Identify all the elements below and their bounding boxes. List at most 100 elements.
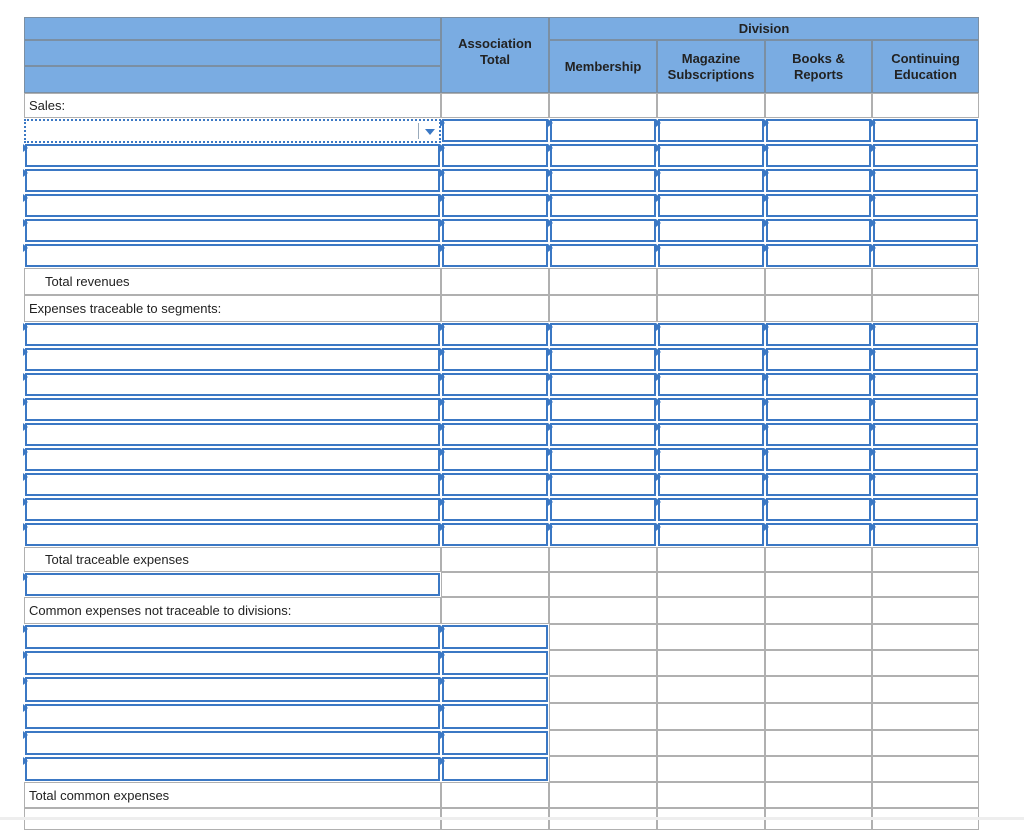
amount-input[interactable] bbox=[442, 473, 548, 496]
amount-input[interactable] bbox=[442, 323, 548, 346]
amount-input[interactable] bbox=[658, 244, 764, 267]
amount-input[interactable] bbox=[442, 625, 548, 649]
amount-input[interactable] bbox=[550, 194, 656, 217]
amount-input[interactable] bbox=[442, 757, 548, 781]
amount-input[interactable] bbox=[658, 398, 764, 421]
amount-input[interactable] bbox=[550, 144, 656, 167]
amount-input[interactable] bbox=[766, 498, 871, 521]
amount-input[interactable] bbox=[550, 423, 656, 446]
amount-input[interactable] bbox=[442, 523, 548, 546]
amount-input[interactable] bbox=[442, 398, 548, 421]
amount-input[interactable] bbox=[658, 498, 764, 521]
amount-input[interactable] bbox=[550, 219, 656, 242]
amount-input[interactable] bbox=[873, 169, 978, 192]
amount-input[interactable] bbox=[442, 704, 548, 729]
line-item-input[interactable] bbox=[25, 448, 440, 471]
common-expense-input[interactable] bbox=[25, 651, 440, 675]
amount-input[interactable] bbox=[873, 244, 978, 267]
amount-input[interactable] bbox=[442, 348, 548, 371]
amount-input[interactable] bbox=[550, 398, 656, 421]
amount-input[interactable] bbox=[658, 523, 764, 546]
amount-input[interactable] bbox=[873, 448, 978, 471]
common-expense-input[interactable] bbox=[25, 625, 440, 649]
common-expense-input[interactable] bbox=[25, 757, 440, 781]
amount-input[interactable] bbox=[766, 448, 871, 471]
amount-input[interactable] bbox=[442, 144, 548, 167]
amount-input[interactable] bbox=[658, 323, 764, 346]
amount-input[interactable] bbox=[873, 219, 978, 242]
amount-input[interactable] bbox=[873, 194, 978, 217]
amount-input[interactable] bbox=[658, 423, 764, 446]
amount-input[interactable] bbox=[442, 373, 548, 396]
amount-input[interactable] bbox=[442, 677, 548, 702]
common-expense-input[interactable] bbox=[25, 731, 440, 755]
amount-input[interactable] bbox=[873, 473, 978, 496]
amount-input[interactable] bbox=[766, 194, 871, 217]
amount-input[interactable] bbox=[550, 119, 656, 142]
common-expense-input[interactable] bbox=[25, 704, 440, 729]
amount-input[interactable] bbox=[766, 473, 871, 496]
amount-input[interactable] bbox=[658, 219, 764, 242]
amount-input[interactable] bbox=[658, 194, 764, 217]
amount-input[interactable] bbox=[873, 323, 978, 346]
line-item-dropdown[interactable] bbox=[24, 119, 441, 143]
amount-input[interactable] bbox=[766, 119, 871, 142]
amount-input[interactable] bbox=[550, 473, 656, 496]
line-item-input[interactable] bbox=[25, 219, 440, 242]
amount-input[interactable] bbox=[442, 219, 548, 242]
amount-input[interactable] bbox=[658, 473, 764, 496]
chevron-down-icon[interactable] bbox=[425, 129, 435, 135]
amount-input[interactable] bbox=[766, 144, 871, 167]
amount-input[interactable] bbox=[658, 448, 764, 471]
amount-input[interactable] bbox=[442, 244, 548, 267]
amount-input[interactable] bbox=[442, 169, 548, 192]
amount-input[interactable] bbox=[550, 244, 656, 267]
line-item-input[interactable] bbox=[25, 169, 440, 192]
line-item-input[interactable] bbox=[25, 523, 440, 546]
amount-input[interactable] bbox=[766, 523, 871, 546]
amount-input[interactable] bbox=[766, 244, 871, 267]
amount-input[interactable] bbox=[550, 523, 656, 546]
amount-input[interactable] bbox=[873, 498, 978, 521]
amount-input[interactable] bbox=[873, 523, 978, 546]
amount-input[interactable] bbox=[873, 348, 978, 371]
amount-input[interactable] bbox=[550, 348, 656, 371]
amount-input[interactable] bbox=[550, 373, 656, 396]
line-item-input[interactable] bbox=[25, 194, 440, 217]
amount-input[interactable] bbox=[442, 119, 548, 142]
amount-input[interactable] bbox=[442, 423, 548, 446]
amount-input[interactable] bbox=[873, 423, 978, 446]
line-item-input[interactable] bbox=[25, 573, 440, 596]
amount-input[interactable] bbox=[442, 498, 548, 521]
amount-input[interactable] bbox=[873, 144, 978, 167]
amount-input[interactable] bbox=[550, 169, 656, 192]
amount-input[interactable] bbox=[658, 348, 764, 371]
amount-input[interactable] bbox=[658, 144, 764, 167]
line-item-input[interactable] bbox=[25, 244, 440, 267]
amount-input[interactable] bbox=[766, 398, 871, 421]
common-expense-input[interactable] bbox=[25, 677, 440, 702]
line-item-input[interactable] bbox=[25, 144, 440, 167]
line-item-input[interactable] bbox=[25, 498, 440, 521]
amount-input[interactable] bbox=[658, 373, 764, 396]
amount-input[interactable] bbox=[873, 398, 978, 421]
amount-input[interactable] bbox=[550, 498, 656, 521]
amount-input[interactable] bbox=[766, 323, 871, 346]
amount-input[interactable] bbox=[766, 423, 871, 446]
amount-input[interactable] bbox=[766, 373, 871, 396]
line-item-input[interactable] bbox=[25, 398, 440, 421]
amount-input[interactable] bbox=[442, 194, 548, 217]
line-item-input[interactable] bbox=[25, 473, 440, 496]
line-item-input[interactable] bbox=[25, 423, 440, 446]
line-item-input[interactable] bbox=[25, 348, 440, 371]
line-item-input[interactable] bbox=[25, 373, 440, 396]
amount-input[interactable] bbox=[766, 169, 871, 192]
amount-input[interactable] bbox=[658, 169, 764, 192]
amount-input[interactable] bbox=[442, 731, 548, 755]
amount-input[interactable] bbox=[550, 448, 656, 471]
amount-input[interactable] bbox=[873, 119, 978, 142]
amount-input[interactable] bbox=[550, 323, 656, 346]
line-item-input[interactable] bbox=[25, 323, 440, 346]
amount-input[interactable] bbox=[766, 219, 871, 242]
amount-input[interactable] bbox=[442, 651, 548, 675]
